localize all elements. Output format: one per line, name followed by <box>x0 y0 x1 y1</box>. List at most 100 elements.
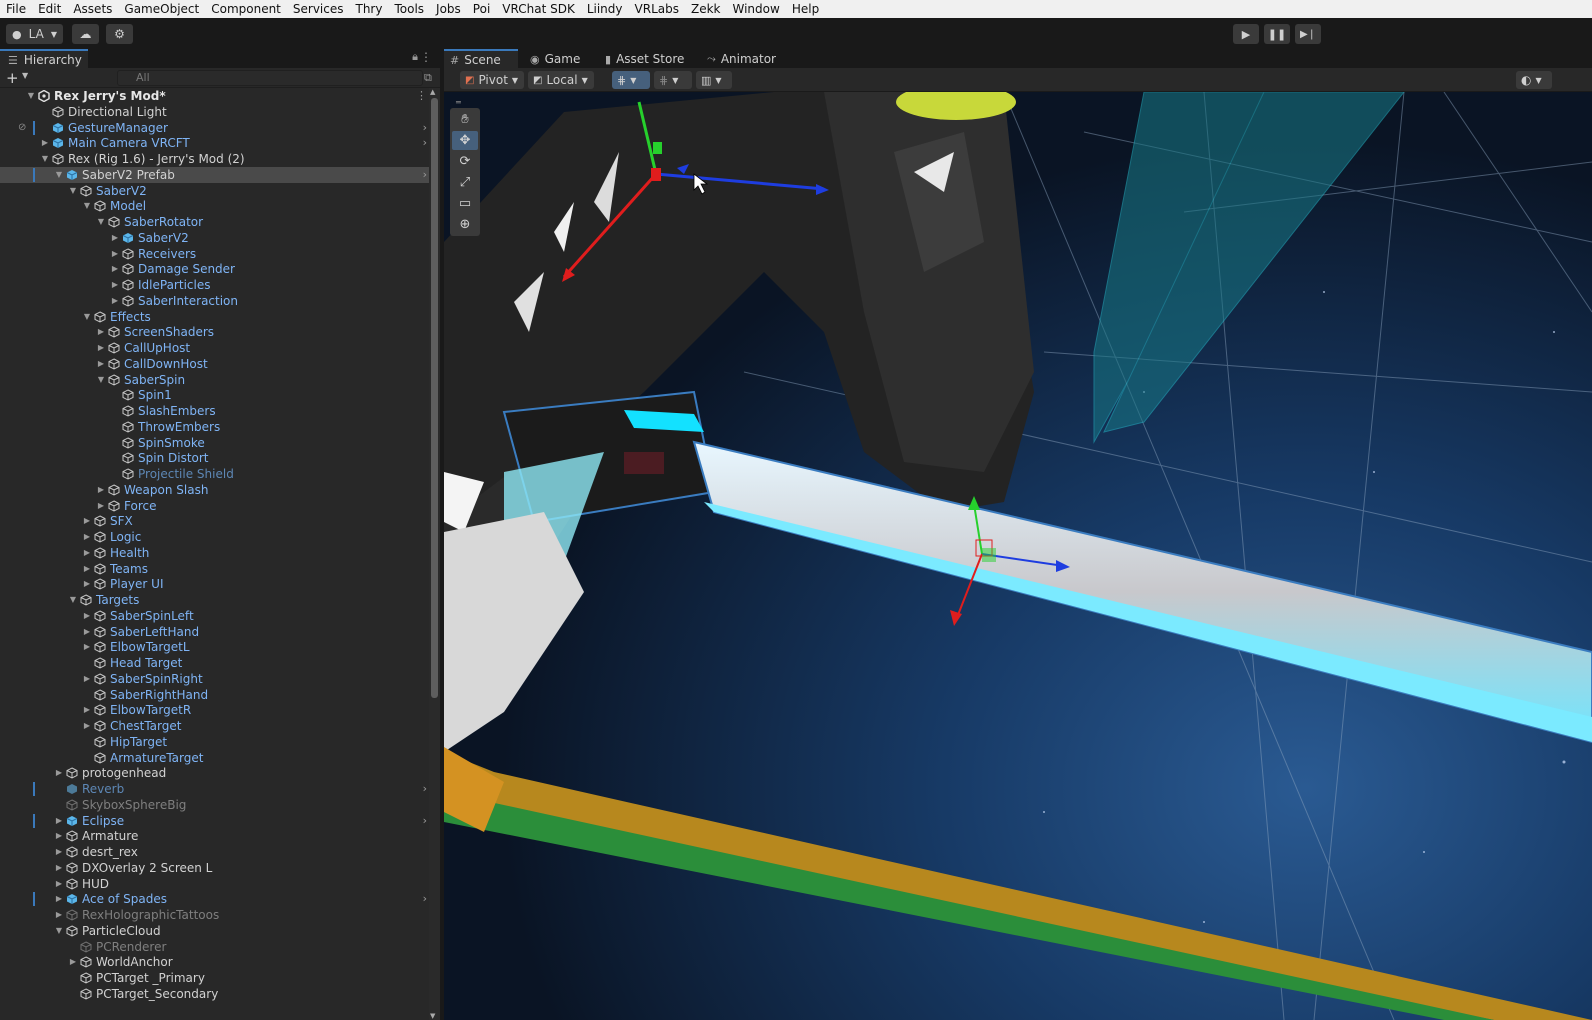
tree-row[interactable]: ▼ SaberRotator <box>0 214 429 230</box>
tree-row[interactable]: ▶ Eclipse › <box>0 813 429 829</box>
tree-row[interactable]: ▶ Main Camera VRCFT › <box>0 135 429 151</box>
visibility-hidden-icon[interactable]: ⊘ <box>18 120 26 136</box>
chevron-down-icon[interactable]: ▼ <box>96 214 106 230</box>
tree-row[interactable]: ▶ Weapon Slash <box>0 482 429 498</box>
grid-snap-button[interactable]: ⋕ ▼ <box>612 71 650 89</box>
collab-button[interactable]: ⚙ <box>106 24 133 44</box>
tree-row[interactable]: ▶ DXOverlay 2 Screen L <box>0 860 429 876</box>
menu-item-help[interactable]: Help <box>786 0 825 18</box>
scroll-up-icon[interactable]: ▲ <box>430 88 435 96</box>
more-icon[interactable]: ⋮ <box>416 88 427 104</box>
tab-asset-store[interactable]: ▮ Asset Store <box>599 49 695 69</box>
scroll-down-icon[interactable]: ▼ <box>430 1012 435 1020</box>
tree-row[interactable]: ▶ CallUpHost <box>0 340 429 356</box>
tree-row[interactable]: ThrowEmbers <box>0 419 429 435</box>
chevron-right-icon[interactable]: › <box>423 781 427 797</box>
pivot-dropdown[interactable]: ◩ Pivot ▼ <box>460 71 524 89</box>
chevron-right-icon[interactable]: ▶ <box>40 135 50 151</box>
chevron-down-icon[interactable]: ▼ <box>22 71 28 80</box>
menu-item-liindy[interactable]: Liindy <box>581 0 629 18</box>
tree-row[interactable]: ⊘ GestureManager › <box>0 120 429 136</box>
grid-visibility-button[interactable]: ⋕ ▼ <box>654 71 692 89</box>
menu-item-jobs[interactable]: Jobs <box>430 0 467 18</box>
chevron-right-icon[interactable]: ▶ <box>54 860 64 876</box>
pause-button[interactable]: ❚❚ <box>1264 24 1290 44</box>
tree-row[interactable]: ▶ ElbowTargetR <box>0 702 429 718</box>
menu-item-tools[interactable]: Tools <box>388 0 430 18</box>
tree-row[interactable]: ▶ ElbowTargetL <box>0 639 429 655</box>
chevron-right-icon[interactable]: › <box>423 891 427 907</box>
tree-row[interactable]: ▶ SFX <box>0 513 429 529</box>
scroll-thumb[interactable] <box>431 98 438 698</box>
tab-scene[interactable]: # Scene <box>444 49 518 69</box>
tree-row[interactable]: PCRenderer <box>0 939 429 955</box>
tree-row[interactable]: SaberRightHand <box>0 687 429 703</box>
menu-item-zekk[interactable]: Zekk <box>685 0 727 18</box>
tree-row[interactable]: ▼ SaberSpin <box>0 372 429 388</box>
chevron-down-icon[interactable]: ▼ <box>82 309 92 325</box>
chevron-right-icon[interactable]: ▶ <box>82 624 92 640</box>
tree-row[interactable]: PCTarget_Secondary <box>0 986 429 1002</box>
tree-row[interactable]: ▶ Armature <box>0 828 429 844</box>
chevron-right-icon[interactable]: ▶ <box>96 356 106 372</box>
menu-item-assets[interactable]: Assets <box>67 0 118 18</box>
chevron-right-icon[interactable]: ▶ <box>54 844 64 860</box>
menu-item-vrchat-sdk[interactable]: VRChat SDK <box>496 0 581 18</box>
chevron-right-icon[interactable]: ▶ <box>54 907 64 923</box>
tree-row[interactable]: ▶ Teams <box>0 561 429 577</box>
tree-row[interactable]: ▶ SaberSpinRight <box>0 671 429 687</box>
tree-row[interactable]: Head Target <box>0 655 429 671</box>
tree-row[interactable]: ▶ Logic <box>0 529 429 545</box>
add-icon[interactable]: + <box>6 69 19 87</box>
hierarchy-scrollbar[interactable]: ▲ ▼ <box>429 88 440 1020</box>
chevron-right-icon[interactable]: › <box>423 167 427 183</box>
chevron-right-icon[interactable]: ▶ <box>110 293 120 309</box>
cloud-button[interactable]: ☁ <box>72 24 99 44</box>
chevron-right-icon[interactable]: ▶ <box>82 639 92 655</box>
tab-animator[interactable]: ⤳ Animator <box>701 49 785 69</box>
chevron-right-icon[interactable]: ▶ <box>54 876 64 892</box>
chevron-right-icon[interactable]: ▶ <box>68 954 78 970</box>
chevron-right-icon[interactable]: ▶ <box>82 529 92 545</box>
chevron-right-icon[interactable]: ▶ <box>54 813 64 829</box>
chevron-right-icon[interactable]: ▶ <box>82 576 92 592</box>
tree-row[interactable]: Directional Light <box>0 104 429 120</box>
chevron-right-icon[interactable]: ▶ <box>110 230 120 246</box>
tree-row[interactable]: ▶ Damage Sender <box>0 261 429 277</box>
hand-tool-icon[interactable]: ✋︎ <box>452 110 478 129</box>
chevron-right-icon[interactable]: ▶ <box>82 671 92 687</box>
tree-row[interactable]: Spin Distort <box>0 450 429 466</box>
tree-row[interactable]: ▶ SaberInteraction <box>0 293 429 309</box>
tree-row[interactable]: ▶ SaberLeftHand <box>0 624 429 640</box>
lock-icon[interactable]: 🔒︎ <box>412 50 418 64</box>
chevron-right-icon[interactable]: › <box>423 813 427 829</box>
tree-row[interactable]: ▶ desrt_rex <box>0 844 429 860</box>
chevron-right-icon[interactable]: ▶ <box>110 261 120 277</box>
scale-tool-icon[interactable]: ⤢ <box>452 173 478 192</box>
tree-row[interactable]: Reverb › <box>0 781 429 797</box>
menu-item-component[interactable]: Component <box>205 0 287 18</box>
tree-row[interactable]: ▶ Player UI <box>0 576 429 592</box>
rotate-tool-icon[interactable]: ⟳ <box>452 152 478 171</box>
scene-render[interactable] <box>444 92 1592 1020</box>
tree-row[interactable]: ▼ SaberV2 Prefab › <box>0 166 429 183</box>
tree-row[interactable]: HipTarget <box>0 734 429 750</box>
chevron-right-icon[interactable]: › <box>423 135 427 151</box>
more-icon[interactable]: ⋮ <box>420 50 432 64</box>
tree-row[interactable]: Projectile Shield <box>0 466 429 482</box>
tree-row[interactable]: ArmatureTarget <box>0 750 429 766</box>
tree-row[interactable]: ▶ ScreenShaders <box>0 324 429 340</box>
menu-item-vrlabs[interactable]: VRLabs <box>629 0 685 18</box>
chevron-right-icon[interactable]: ▶ <box>82 513 92 529</box>
rect-tool-icon[interactable]: ▭ <box>452 194 478 213</box>
chevron-down-icon[interactable]: ▼ <box>54 167 64 183</box>
account-dropdown[interactable]: ● LA ▼ <box>6 24 63 44</box>
menu-item-window[interactable]: Window <box>727 0 786 18</box>
chevron-right-icon[interactable]: ▶ <box>82 545 92 561</box>
chevron-right-icon[interactable]: ▶ <box>82 718 92 734</box>
tree-row[interactable]: ▶ SaberSpinLeft <box>0 608 429 624</box>
tree-row[interactable]: ▶ Force <box>0 498 429 514</box>
tree-row[interactable]: SkyboxSphereBig <box>0 797 429 813</box>
chevron-down-icon[interactable]: ▼ <box>26 88 36 104</box>
tree-row[interactable]: ▶ WorldAnchor <box>0 954 429 970</box>
